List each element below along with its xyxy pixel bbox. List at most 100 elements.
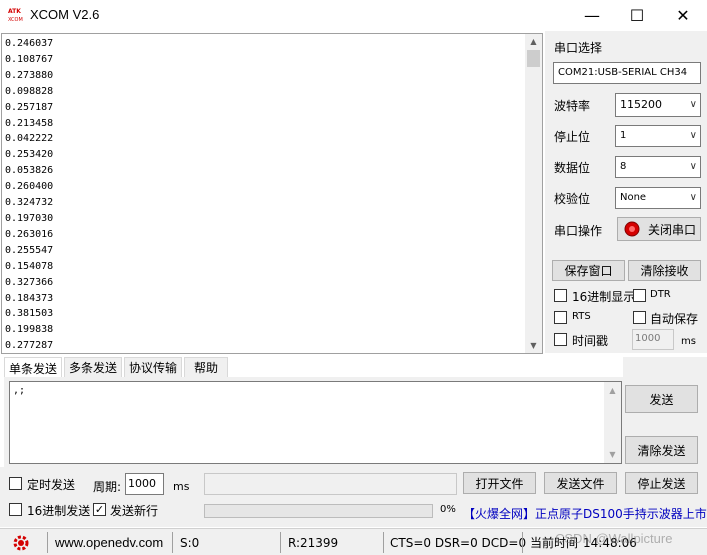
hex-send-label: 16进制发送 (27, 504, 91, 518)
port-select[interactable]: COM21:USB-SERIAL CH34 (553, 62, 701, 84)
hex-display-checkbox[interactable] (554, 289, 567, 302)
svg-text:XCOM: XCOM (8, 17, 23, 23)
progress-percent: 0% (440, 504, 456, 515)
send-button[interactable]: 发送 (625, 385, 698, 413)
maximize-button[interactable]: ☐ (614, 0, 660, 31)
receive-line: 0.324732 (5, 197, 54, 209)
port-select-label: 串口选择 (554, 41, 603, 55)
receive-line: 0.197030 (5, 212, 54, 224)
open-file-button[interactable]: 打开文件 (463, 472, 536, 494)
dtr-checkbox[interactable] (633, 289, 646, 302)
tab-single-send[interactable]: 单条发送 (4, 357, 62, 378)
check-icon: ✓ (94, 503, 105, 516)
sent-count: S:0 (180, 536, 200, 550)
scroll-up-icon[interactable]: ▲ (604, 386, 621, 395)
send-newline-label: 发送新行 (110, 504, 159, 518)
receive-line: 0.246037 (5, 38, 54, 49)
autosave-checkbox[interactable] (633, 311, 646, 324)
hex-send-checkbox[interactable] (9, 503, 22, 516)
scroll-up-icon[interactable]: ▲ (525, 34, 542, 49)
receive-line: 0.053826 (5, 165, 54, 177)
receive-line: 0.154078 (5, 260, 54, 272)
send-scrollbar[interactable]: ▲ ▼ (604, 382, 621, 463)
period-input[interactable]: 1000 (125, 473, 164, 495)
port-status-icon (624, 221, 640, 237)
receive-line: 0.184373 (5, 292, 54, 304)
svg-text:ATK: ATK (8, 8, 21, 15)
chevron-down-icon: ∨ (689, 130, 697, 141)
close-port-button[interactable]: 关闭串口 (617, 217, 701, 241)
autosave-label: 自动保存 (650, 312, 699, 326)
baud-select[interactable]: 115200 ∨ (615, 93, 701, 117)
timestamp-ms-label: ms (681, 336, 696, 347)
send-file-button[interactable]: 发送文件 (544, 472, 617, 494)
window-title: XCOM V2.6 (30, 7, 100, 22)
scroll-down-icon[interactable]: ▼ (525, 338, 542, 353)
receive-scrollbar[interactable]: ▲ ▼ (525, 34, 542, 353)
save-window-button[interactable]: 保存窗口 (552, 260, 625, 281)
minimize-button[interactable]: — (569, 0, 615, 31)
port-op-label: 串口操作 (554, 224, 603, 238)
close-button[interactable]: ✕ (660, 0, 706, 31)
received-count: R:21399 (288, 536, 339, 550)
tab-multi-send[interactable]: 多条发送 (64, 357, 122, 378)
dtr-label: DTR (650, 289, 671, 300)
send-textarea[interactable]: ,; ▲ ▼ (9, 381, 622, 464)
chevron-down-icon: ∨ (689, 99, 697, 110)
chevron-down-icon: ∨ (689, 192, 697, 203)
receive-textarea[interactable]: 0.246037 0.108767 0.273880 0.098828 0.257187… (1, 33, 543, 354)
status-bar: www.openedv.com S:0 R:21399 CTS=0 DSR=0 … (0, 528, 707, 555)
title-bar: ATK XCOM XCOM V2.6 — ☐ ✕ (0, 0, 707, 31)
website-link[interactable]: www.openedv.com (55, 534, 163, 552)
maximize-icon: ☐ (629, 6, 645, 25)
ad-link[interactable]: 【火爆全网】正点原子DS100手持示波器上市 (463, 505, 707, 522)
scroll-down-icon[interactable]: ▼ (604, 450, 621, 459)
parity-label: 校验位 (554, 192, 591, 206)
receive-line: 0.199838 (5, 324, 54, 336)
receive-line: 0.381503 (5, 308, 54, 320)
receive-line: 0.098828 (5, 85, 54, 97)
stopbits-select[interactable]: 1 ∨ (615, 125, 701, 147)
stopbits-label: 停止位 (554, 130, 591, 144)
receive-line: 0.327366 (5, 276, 54, 288)
receive-line: 0.255547 (5, 244, 54, 256)
clear-receive-button[interactable]: 清除接收 (628, 260, 701, 281)
watermark: CSDN @Wallpicture (555, 531, 673, 546)
databits-label: 数据位 (554, 161, 591, 175)
clear-send-button[interactable]: 清除发送 (625, 436, 698, 464)
baud-label: 波特率 (554, 99, 591, 113)
receive-line: 0.108767 (5, 53, 54, 65)
gear-icon[interactable] (12, 534, 30, 552)
timed-send-label: 定时发送 (27, 478, 76, 492)
receive-line: 0.213458 (5, 117, 54, 129)
tab-help[interactable]: 帮助 (184, 357, 228, 378)
minimize-icon: — (584, 6, 600, 25)
close-icon: ✕ (676, 6, 690, 25)
receive-line: 0.273880 (5, 69, 54, 81)
file-path-input[interactable] (204, 473, 457, 495)
line-status: CTS=0 DSR=0 DCD=0 (390, 536, 527, 550)
timestamp-label: 时间戳 (572, 334, 609, 348)
chevron-down-icon: ∨ (689, 161, 697, 172)
app-logo-icon: ATK XCOM (8, 6, 26, 24)
receive-lines: 0.246037 0.108767 0.273880 0.098828 0.257187… (5, 36, 54, 353)
send-newline-checkbox[interactable]: ✓ (93, 503, 106, 516)
scroll-thumb[interactable] (527, 50, 540, 67)
receive-line: 0.260400 (5, 181, 54, 193)
timed-send-checkbox[interactable] (9, 477, 22, 490)
timestamp-checkbox[interactable] (554, 333, 567, 346)
serial-settings-panel: 串口选择 COM21:USB-SERIAL CH34 波特率 115200 ∨ … (545, 31, 707, 353)
timestamp-input[interactable]: 1000 (632, 329, 674, 350)
rts-checkbox[interactable] (554, 311, 567, 324)
receive-line: 0.253420 (5, 149, 54, 161)
stop-send-button[interactable]: 停止发送 (625, 472, 698, 494)
period-label: 周期: (93, 480, 122, 494)
parity-select[interactable]: None ∨ (615, 187, 701, 209)
period-ms-label: ms (173, 480, 190, 493)
receive-line: 0.042222 (5, 133, 54, 145)
rts-label: RTS (572, 311, 591, 322)
receive-line: 0.257187 (5, 101, 54, 113)
databits-select[interactable]: 8 ∨ (615, 156, 701, 178)
tab-protocol[interactable]: 协议传输 (124, 357, 182, 378)
send-options: 定时发送 周期: 1000 ms 打开文件 发送文件 停止发送 16进制发送 ✓… (0, 467, 707, 527)
